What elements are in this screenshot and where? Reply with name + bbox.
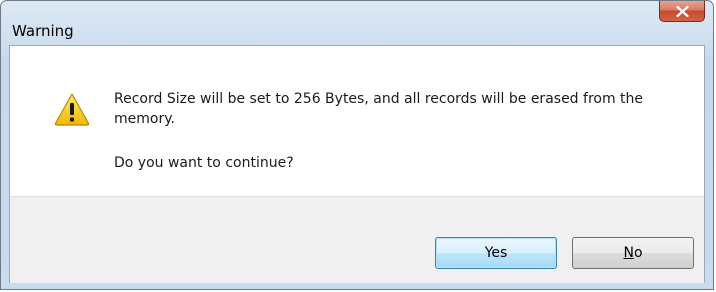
close-icon <box>676 6 689 17</box>
no-button[interactable]: No <box>572 237 694 269</box>
yes-button[interactable]: Yes <box>435 237 557 269</box>
no-button-label-rest: o <box>633 245 643 261</box>
confirmation-question: Do you want to continue? <box>114 155 294 171</box>
warning-message: Record Size will be set to 256 Bytes, an… <box>114 91 644 127</box>
button-bar: Yes No <box>10 196 704 283</box>
no-button-mnemonic: N <box>623 245 634 261</box>
title-bar[interactable]: Warning <box>1 1 713 45</box>
warning-icon <box>54 93 90 126</box>
warning-dialog: Warning Record Size will be set to 256 B… <box>0 0 714 290</box>
close-button[interactable] <box>659 1 705 22</box>
dialog-client-area: Record Size will be set to 256 Bytes, an… <box>9 45 705 283</box>
window-title: Warning <box>12 22 74 40</box>
yes-button-label: Yes <box>484 245 508 261</box>
dialog-content: Record Size will be set to 256 Bytes, an… <box>10 46 704 196</box>
